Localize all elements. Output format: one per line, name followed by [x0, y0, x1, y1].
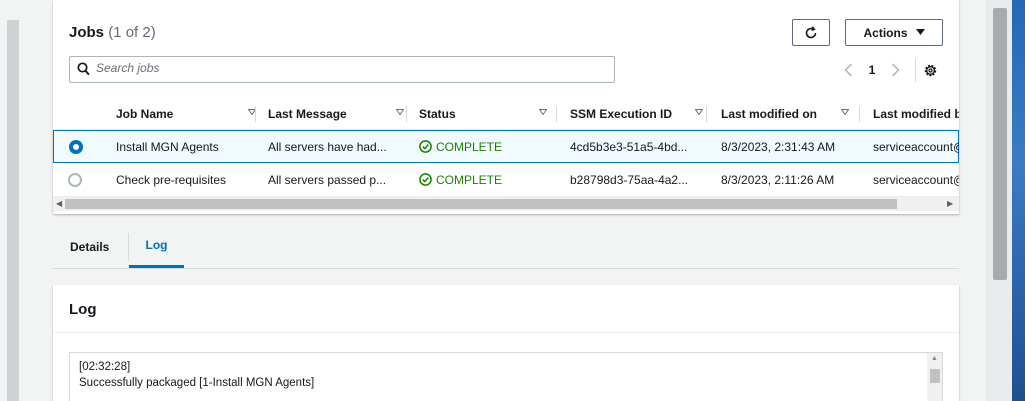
log-scrollbar-thumb[interactable]	[930, 369, 940, 383]
log-line: Successfully packaged [1-Install MGN Age…	[79, 377, 315, 389]
log-scrollbar[interactable]: ▲	[927, 353, 942, 401]
ssm-execution-id-cell: 4cd5b3e3-51a5-4bd...	[570, 139, 688, 154]
right-rail	[986, 0, 1025, 401]
column-header-last-modified-by[interactable]: Last modified b	[873, 98, 959, 130]
column-label: Last Message	[268, 107, 347, 121]
column-header-status[interactable]: Status	[419, 98, 557, 130]
prev-page-button[interactable]	[839, 60, 857, 80]
sort-icon	[695, 109, 703, 115]
last-message-cell: All servers have had...	[268, 139, 387, 154]
page-scrollbar-thumb[interactable]	[993, 8, 1007, 280]
table-header: Job Name Last Message Status SSM Executi…	[53, 98, 959, 130]
scrollbar-thumb[interactable]	[65, 199, 897, 209]
job-name-cell: Install MGN Agents	[116, 139, 219, 154]
caret-down-icon	[915, 29, 925, 35]
jobs-title-text: Jobs	[69, 24, 105, 41]
log-panel-header: Log	[53, 285, 959, 333]
next-page-button[interactable]	[886, 60, 904, 80]
pager-divider	[915, 58, 916, 82]
tab-log[interactable]: Log	[129, 225, 184, 268]
scroll-up-arrow-icon[interactable]: ▲	[931, 355, 938, 362]
left-rail	[0, 0, 20, 401]
column-divider	[406, 106, 407, 122]
job-name-cell: Check pre-requisites	[116, 172, 227, 187]
ssm-execution-id-cell: b28798d3-75aa-4a2...	[570, 172, 689, 187]
log-line: [02:32:28]	[79, 361, 131, 373]
status-badge: COMPLETE	[419, 173, 502, 187]
jobs-title: Jobs (1 of 2)	[69, 24, 156, 41]
column-label: SSM Execution ID	[570, 107, 673, 121]
last-modified-on-cell: 8/3/2023, 2:31:43 AM	[721, 139, 836, 154]
last-message-cell: All servers passed p...	[268, 172, 387, 187]
status-text: COMPLETE	[436, 172, 503, 187]
gear-icon	[924, 64, 936, 76]
last-modified-by-cell: serviceaccount@	[873, 172, 959, 187]
column-header-job-name[interactable]: Job Name	[116, 98, 266, 130]
status-text: COMPLETE	[436, 139, 503, 154]
column-divider	[706, 106, 707, 122]
last-modified-on-cell: 8/3/2023, 2:11:26 AM	[721, 172, 835, 187]
row-select-radio[interactable]	[68, 173, 82, 187]
column-header-last-message[interactable]: Last Message	[268, 98, 414, 130]
log-textarea[interactable]: [02:32:28] Successfully packaged [1-Inst…	[69, 352, 943, 401]
column-divider	[255, 106, 256, 122]
search-field[interactable]	[69, 56, 615, 83]
log-title: Log	[69, 301, 97, 318]
chevron-left-icon	[843, 63, 852, 77]
left-scroll-region	[7, 20, 19, 401]
chevron-right-icon	[891, 63, 900, 77]
desktop-background	[1012, 0, 1025, 401]
scroll-right-arrow-icon[interactable]: ▶	[947, 199, 953, 208]
sort-icon	[539, 109, 547, 115]
column-label: Last modified on	[721, 107, 817, 121]
table-row[interactable]: Check pre-requisites All servers passed …	[53, 164, 959, 197]
column-header-ssm-execution-id[interactable]: SSM Execution ID	[570, 98, 713, 130]
page-number[interactable]: 1	[863, 60, 881, 80]
row-select-radio[interactable]	[69, 140, 83, 154]
column-divider	[859, 106, 860, 122]
check-circle-icon	[419, 173, 432, 186]
table-row[interactable]: Install MGN Agents All servers have had.…	[53, 130, 959, 163]
status-cell: COMPLETE	[419, 131, 554, 162]
status-badge: COMPLETE	[419, 140, 502, 154]
column-label: Status	[419, 107, 456, 121]
column-label: Job Name	[116, 107, 174, 121]
check-circle-icon	[419, 140, 432, 153]
preferences-button[interactable]	[919, 60, 941, 80]
column-label: Last modified b	[873, 107, 959, 121]
search-icon	[77, 62, 90, 76]
column-divider	[556, 106, 557, 122]
sort-icon	[396, 109, 404, 115]
search-input[interactable]	[96, 61, 596, 75]
column-header-last-modified-on[interactable]: Last modified on	[721, 98, 859, 130]
actions-button[interactable]: Actions	[845, 19, 943, 46]
refresh-button[interactable]	[792, 19, 830, 46]
page-scrollbar[interactable]	[986, 0, 1012, 401]
refresh-icon	[805, 25, 817, 38]
table-horizontal-scrollbar[interactable]: ◀ ▶	[53, 197, 959, 211]
log-panel: Log [02:32:28] Successfully packaged [1-…	[53, 285, 959, 401]
detail-tabs: Details Log	[53, 225, 959, 269]
actions-label: Actions	[863, 25, 908, 40]
jobs-count: (1 of 2)	[108, 24, 156, 41]
jobs-panel: Jobs (1 of 2) Actions 1 Job Nam	[53, 0, 959, 214]
status-cell: COMPLETE	[419, 164, 554, 195]
tab-details[interactable]: Details	[70, 225, 109, 268]
scroll-left-arrow-icon[interactable]: ◀	[56, 199, 62, 208]
last-modified-by-cell: serviceaccount@	[873, 139, 959, 154]
sort-icon	[841, 109, 849, 115]
